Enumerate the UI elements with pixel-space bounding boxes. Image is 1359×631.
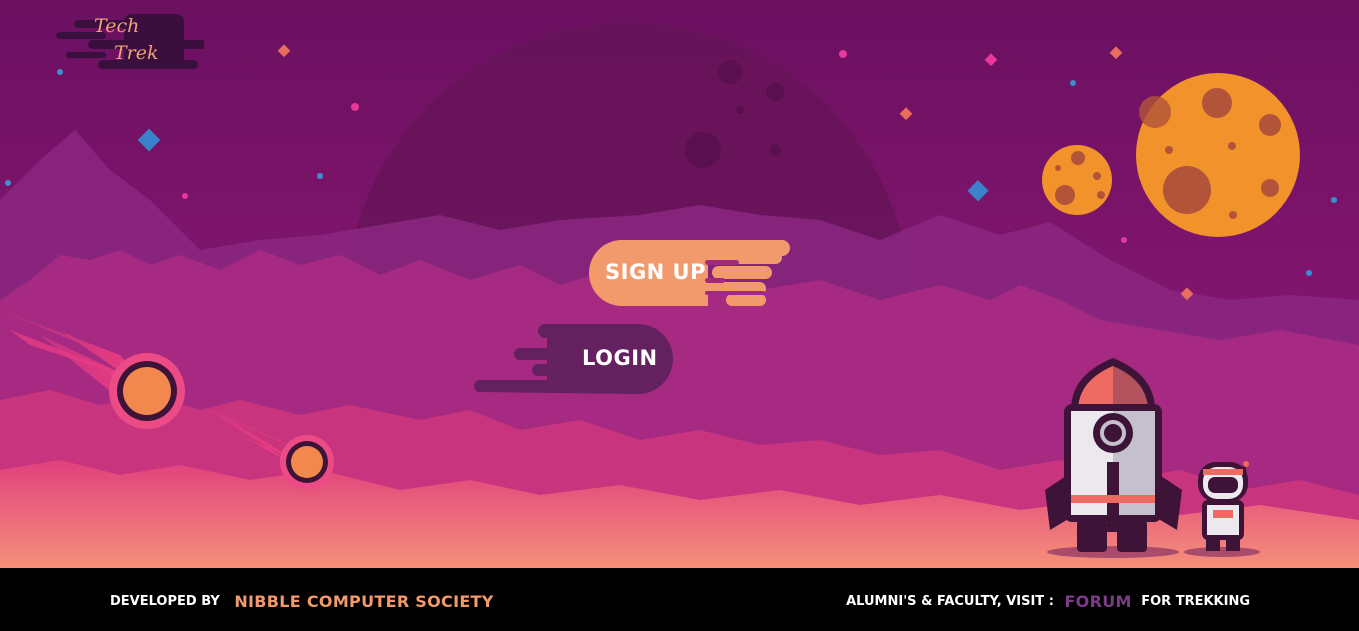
nibble-society-link[interactable]: NIBBLE COMPUTER SOCIETY <box>234 592 493 611</box>
footer-alumni: ALUMNI'S & FACULTY, VISIT : FORUM FOR TR… <box>846 592 1250 611</box>
orange-planet-small <box>1042 145 1112 215</box>
alumni-text: ALUMNI'S & FACULTY, VISIT : <box>846 594 1054 609</box>
footer-credits: DEVELOPED BY NIBBLE COMPUTER SOCIETY <box>110 592 494 611</box>
tech-trek-logo[interactable]: Tech Trek <box>56 14 204 70</box>
signup-button[interactable]: SIGN UP <box>588 238 790 308</box>
footer: DEVELOPED BY NIBBLE COMPUTER SOCIETY ALU… <box>0 568 1359 631</box>
forum-link[interactable]: FORUM <box>1064 592 1131 611</box>
signup-label: SIGN UP <box>605 260 707 284</box>
logo-line-1: Tech <box>94 15 140 37</box>
developed-by-text: DEVELOPED BY <box>110 594 220 609</box>
logo-line-2: Trek <box>114 42 159 64</box>
trekking-text: FOR TREKKING <box>1141 594 1250 609</box>
login-label: LOGIN <box>582 346 658 370</box>
orange-planet-large <box>1136 73 1300 237</box>
login-button[interactable]: LOGIN <box>472 322 674 394</box>
